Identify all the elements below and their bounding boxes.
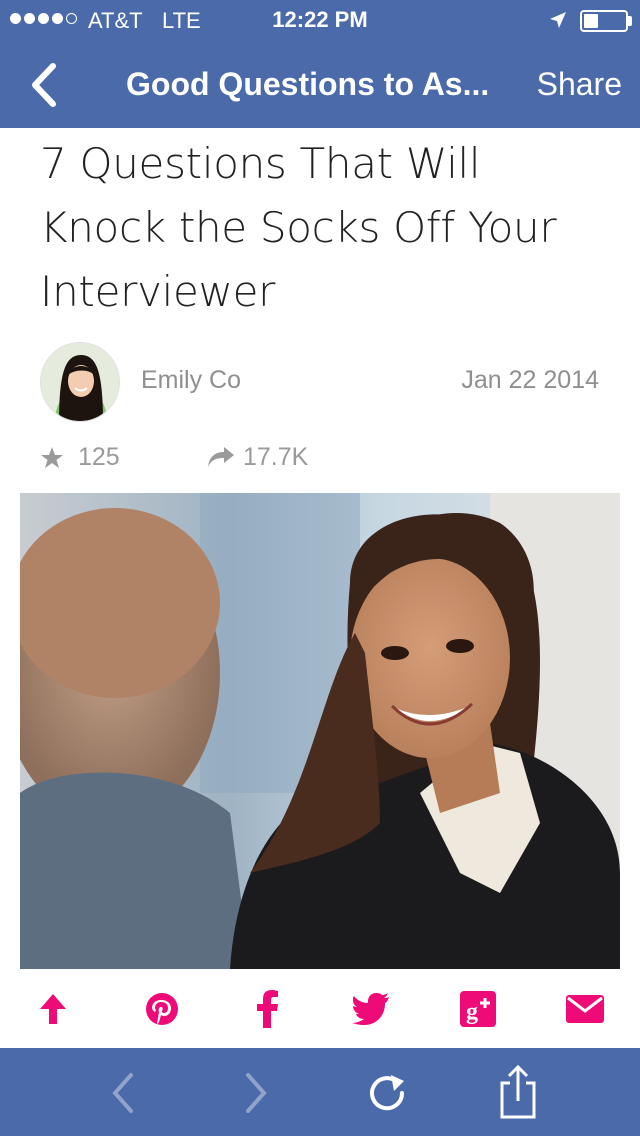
navigation-bar: Good Questions to As... Share xyxy=(0,40,640,128)
share-sheet-button[interactable] xyxy=(491,1065,545,1120)
email-icon xyxy=(566,995,604,1023)
back-button[interactable] xyxy=(20,62,70,108)
battery-level xyxy=(584,14,598,28)
article-title: 7 Questions That Will Knock the Socks Of… xyxy=(40,132,615,324)
facebook-icon xyxy=(257,990,278,1028)
status-bar: AT&T LTE 12:22 PM xyxy=(0,0,640,40)
status-time: 12:22 PM xyxy=(272,7,368,32)
publish-date: Jan 22 2014 xyxy=(461,366,599,394)
upvote-button[interactable] xyxy=(30,986,76,1032)
svg-text:g: g xyxy=(466,999,478,1025)
twitter-icon xyxy=(352,993,389,1025)
author-name[interactable]: Emily Co xyxy=(141,366,241,395)
title-line: Interviewer xyxy=(40,267,276,316)
forward-nav-button[interactable] xyxy=(228,1066,282,1120)
star-icon[interactable] xyxy=(40,446,64,470)
battery-tip xyxy=(628,16,632,26)
interview-photo xyxy=(20,493,620,969)
article-hero-image xyxy=(20,493,620,969)
twitter-button[interactable] xyxy=(348,986,394,1032)
chevron-left-icon xyxy=(32,63,56,107)
pinterest-button[interactable] xyxy=(139,986,185,1032)
title-line: Knock the Socks Off Your xyxy=(40,203,557,252)
location-arrow-icon xyxy=(550,12,566,28)
google-plus-button[interactable]: g xyxy=(455,986,501,1032)
pinterest-icon xyxy=(146,993,178,1025)
email-button[interactable] xyxy=(562,986,608,1032)
social-share-bar: g xyxy=(0,982,640,1036)
share-count: 17.7K xyxy=(243,443,309,471)
browser-toolbar xyxy=(0,1048,640,1136)
forward-icon xyxy=(246,1073,267,1113)
share-arrow-icon[interactable] xyxy=(206,445,236,469)
nav-title: Good Questions to As... xyxy=(126,66,490,102)
upvote-arrow-icon xyxy=(40,994,66,1024)
refresh-button[interactable] xyxy=(361,1066,415,1120)
facebook-button[interactable] xyxy=(245,986,291,1032)
battery-icon xyxy=(580,10,628,32)
back-nav-button[interactable] xyxy=(97,1066,151,1120)
google-plus-icon: g xyxy=(460,991,496,1027)
author-avatar[interactable] xyxy=(40,342,120,422)
refresh-icon xyxy=(370,1075,405,1111)
share-button[interactable]: Share xyxy=(537,66,622,103)
avatar-photo xyxy=(41,343,119,421)
back-icon xyxy=(112,1073,133,1113)
title-line: 7 Questions That Will xyxy=(40,139,481,188)
share-icon xyxy=(500,1065,536,1119)
star-count: 125 xyxy=(78,443,120,471)
